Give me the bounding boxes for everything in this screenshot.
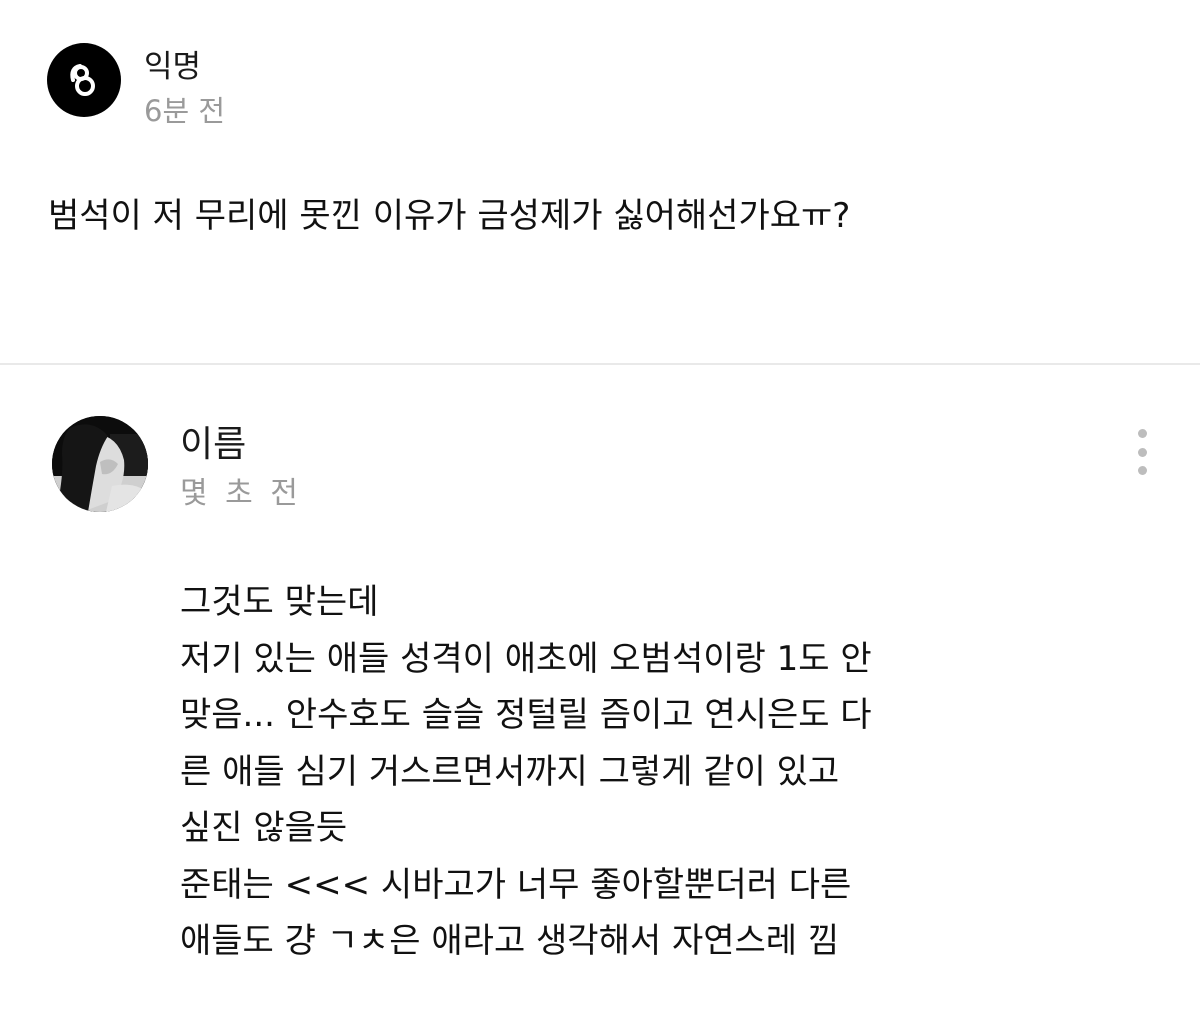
post-timestamp: 6분 전 — [144, 94, 226, 128]
comment-author-name[interactable]: 이름 — [180, 423, 246, 467]
comment: 이름 몇 초 전 그것도 맞는데 저기 있는 애들 성격이 애초에 오범석이랑 … — [0, 365, 1200, 1016]
post-author-name[interactable]: 익명 — [144, 48, 201, 86]
post-avatar[interactable] — [47, 43, 121, 117]
comment-line: 싶진 않을듯 — [180, 808, 348, 848]
post: 익명 6분 전 범석이 저 무리에 못낀 이유가 금성제가 싫어해선가요ㅠ? — [0, 0, 1200, 362]
comment-line: 준태는 <<< 시바고가 너무 좋아할뿐더러 다른 — [180, 864, 852, 905]
comment-timestamp: 몇 초 전 — [180, 476, 302, 511]
comment-line: 른 애들 심기 거스르면서까지 그렇게 같이 있고 — [180, 751, 840, 792]
post-body-text: 범석이 저 무리에 못낀 이유가 금성제가 싫어해선가요ㅠ? — [48, 196, 851, 236]
comment-line: 애들도 걍 ㄱㅊ은 애라고 생각해서 자연스레 낌 — [180, 921, 840, 961]
comment-body-text: 그것도 맞는데 저기 있는 애들 성격이 애초에 오범석이랑 1도 안 맞음..… — [180, 574, 872, 970]
thread-page: 익명 6분 전 범석이 저 무리에 못낀 이유가 금성제가 싫어해선가요ㅠ? 이… — [0, 0, 1200, 1016]
comment-line: 그것도 맞는데 — [180, 582, 379, 622]
comment-line: 맞음... 안수호도 슬슬 정털릴 즘이고 연시은도 다 — [180, 695, 872, 735]
more-vertical-icon — [1137, 429, 1147, 438]
comment-line: 저기 있는 애들 성격이 애초에 오범석이랑 1도 안 — [180, 638, 872, 679]
comment-avatar[interactable] — [52, 416, 148, 512]
more-vertical-icon — [1137, 447, 1147, 457]
more-options-button[interactable] — [1124, 425, 1160, 479]
more-vertical-icon — [1137, 466, 1147, 475]
profile-photo — [52, 416, 148, 512]
logo-icon — [70, 64, 95, 96]
